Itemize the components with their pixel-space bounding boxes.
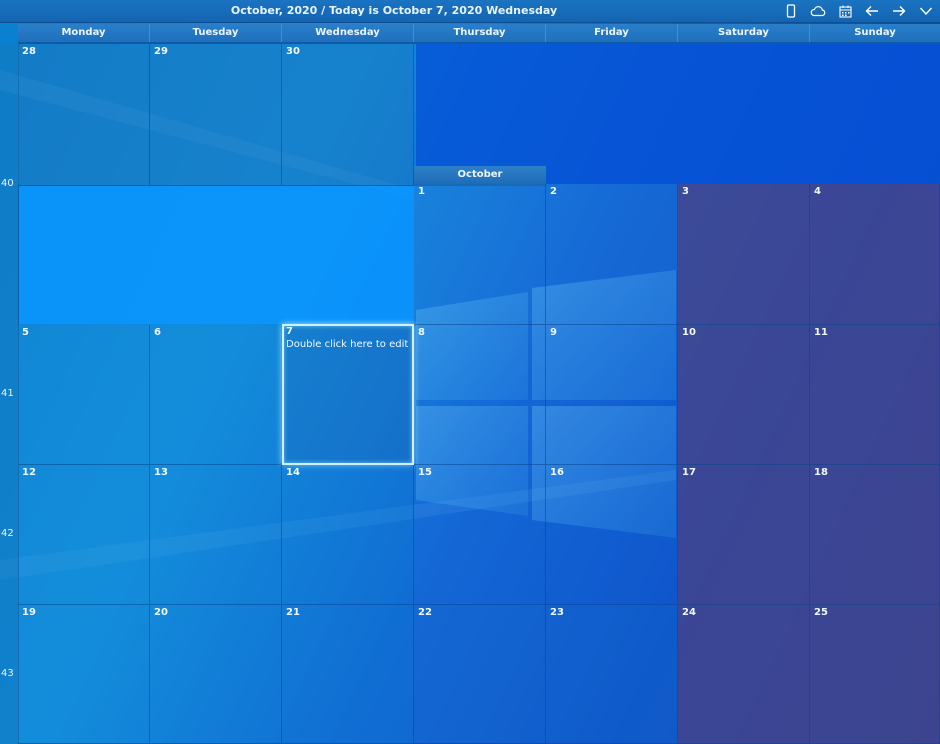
day-cell[interactable]: 5 [18,325,150,465]
arrow-right-icon[interactable] [888,2,910,20]
day-number: 4 [814,186,821,197]
day-number: 7 [286,326,293,337]
calendar-title: October, 2020 / Today is October 7, 2020… [230,4,558,17]
day-cell[interactable]: 30 [282,44,414,186]
week-number-column: 40 41 42 43 [0,44,19,744]
day-cell[interactable]: 25 [810,605,940,744]
day-cell[interactable]: 28 [18,44,150,186]
day-cell[interactable]: 3 [678,184,810,325]
day-cell[interactable]: 16 [546,465,678,605]
day-cell[interactable]: 10 [678,325,810,465]
day-number: 13 [154,467,168,478]
weekday-saturday: Saturday [678,24,810,42]
edit-hint: Double click here to edit [286,339,409,350]
month-label: October [414,166,546,186]
day-number: 16 [550,467,564,478]
day-cell[interactable]: 6 [150,325,282,465]
day-number: 17 [682,467,696,478]
day-number: 6 [154,327,161,338]
day-number: 19 [22,607,36,618]
weekday-sunday: Sunday [854,27,896,38]
weekday-header: Monday Tuesday Wednesday Thursday Friday… [18,24,940,44]
day-number: 20 [154,607,168,618]
day-cell[interactable]: 15 [414,465,546,605]
weekday-monday: Monday [18,24,150,42]
day-number: 30 [286,46,300,57]
day-cell[interactable]: 9 [546,325,678,465]
day-number: 2 [550,186,557,197]
day-number: 12 [22,467,36,478]
phone-icon[interactable] [780,2,802,20]
day-number: 28 [22,46,36,57]
day-cell[interactable]: 17 [678,465,810,605]
day-cell[interactable]: 21 [282,605,414,744]
day-cell[interactable]: 2 [546,184,678,325]
week-number: 40 [1,178,14,189]
day-cell[interactable]: 13 [150,465,282,605]
weekday-thursday: Thursday [414,24,546,42]
day-cell[interactable]: 1 [414,184,546,325]
weekday-tuesday: Tuesday [150,24,282,42]
day-number: 5 [22,327,29,338]
day-cell[interactable]: 22 [414,605,546,744]
day-number: 15 [418,467,432,478]
week-number: 43 [1,668,14,679]
day-number: 10 [682,327,696,338]
weekday-friday: Friday [546,24,678,42]
day-cell[interactable]: 11 [810,325,940,465]
calendar-icon[interactable] [834,2,856,20]
day-number: 9 [550,327,557,338]
day-number: 1 [418,186,425,197]
day-cell[interactable]: 4 [810,184,940,325]
day-cell[interactable]: 24 [678,605,810,744]
cloud-icon[interactable] [807,2,829,20]
day-cell[interactable]: 23 [546,605,678,744]
day-number: 22 [418,607,432,618]
day-cell[interactable]: 8 [414,325,546,465]
today-cell[interactable]: 7 Double click here to edit [282,324,414,465]
day-number: 18 [814,467,828,478]
day-number: 14 [286,467,300,478]
chevron-down-icon[interactable] [915,2,937,20]
arrow-left-icon[interactable] [861,2,883,20]
day-cell[interactable]: 14 [282,465,414,605]
day-number: 23 [550,607,564,618]
day-cell[interactable]: 12 [18,465,150,605]
day-number: 29 [154,46,168,57]
title-bar: October, 2020 / Today is October 7, 2020… [0,0,940,23]
weekday-wednesday: Wednesday [282,24,414,42]
day-number: 25 [814,607,828,618]
day-cell[interactable]: 18 [810,465,940,605]
day-number: 21 [286,607,300,618]
day-cell[interactable]: 29 [150,44,282,186]
day-number: 3 [682,186,689,197]
day-number: 24 [682,607,696,618]
week-number: 41 [1,388,14,399]
day-number: 11 [814,327,828,338]
day-cell[interactable]: 19 [18,605,150,744]
week-number: 42 [1,528,14,539]
day-number: 8 [418,327,425,338]
day-cell[interactable]: 20 [150,605,282,744]
